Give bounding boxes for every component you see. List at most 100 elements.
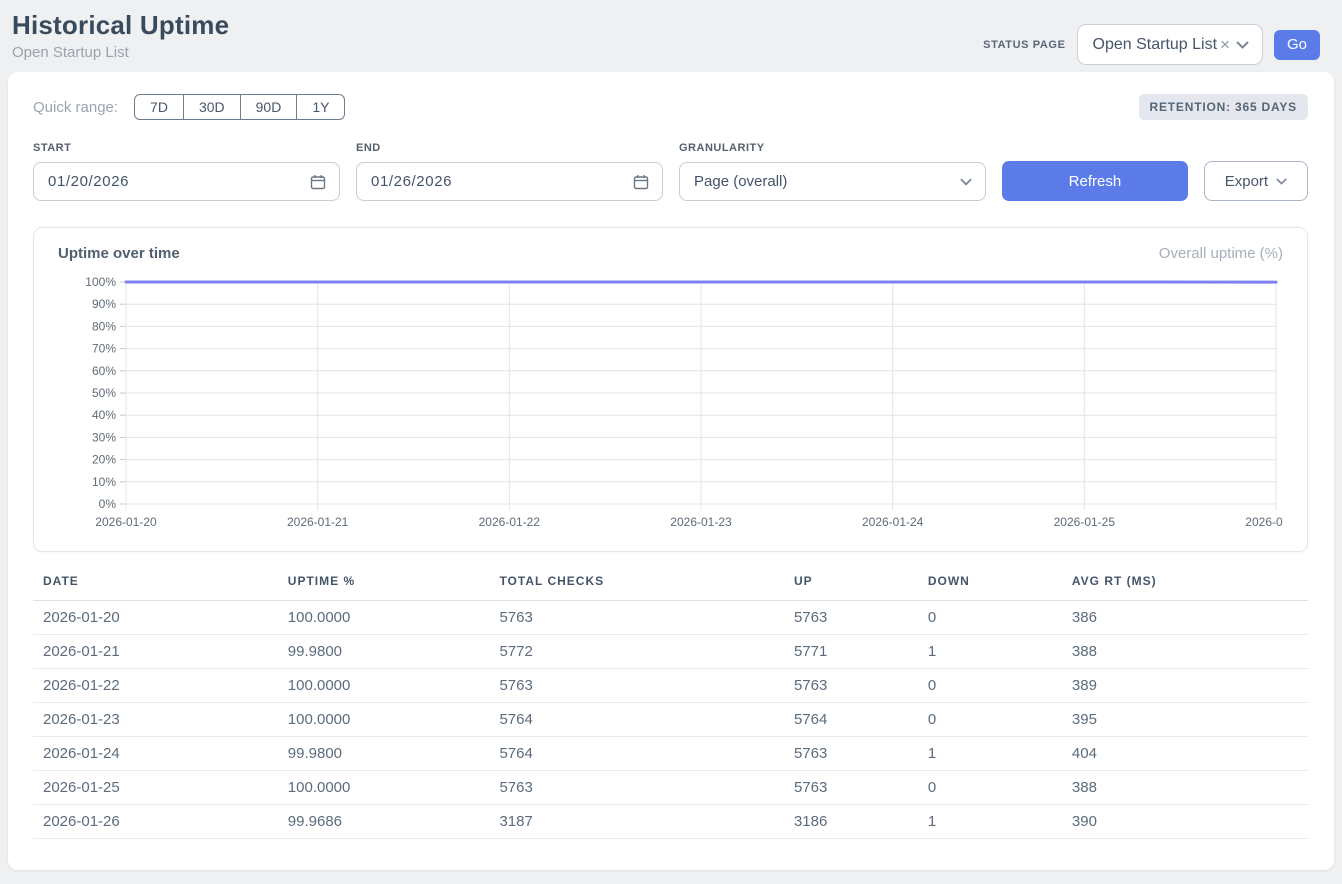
table-cell: 5763: [784, 737, 918, 771]
svg-text:2026-01-25: 2026-01-25: [1054, 515, 1116, 529]
retention-badge: RETENTION: 365 DAYS: [1139, 94, 1308, 120]
table-cell: 2026-01-21: [33, 635, 278, 669]
page-heading: Historical Uptime Open Startup List: [12, 10, 229, 61]
quick-range-group: 7D 30D 90D 1Y: [134, 94, 345, 120]
page-subtitle: Open Startup List: [12, 44, 229, 61]
column-header-up: UP: [784, 574, 918, 601]
export-label: Export: [1225, 173, 1268, 190]
start-date-input[interactable]: 01/20/2026: [33, 162, 340, 201]
table-row: 2026-01-23100.0000576457640395: [33, 703, 1308, 737]
quick-range-30d-button[interactable]: 30D: [184, 94, 241, 120]
uptime-line-chart: 100%90%80%70%60%50%40%30%20%10%0%2026-01…: [58, 274, 1283, 536]
granularity-field: GRANULARITY Page (overall): [679, 142, 986, 201]
table-cell: 2026-01-26: [33, 805, 278, 839]
table-row: 2026-01-2199.9800577257711388: [33, 635, 1308, 669]
start-date-value: 01/20/2026: [48, 173, 129, 190]
table-cell: 2026-01-25: [33, 771, 278, 805]
refresh-button[interactable]: Refresh: [1002, 161, 1188, 201]
end-date-input[interactable]: 01/26/2026: [356, 162, 663, 201]
table-cell: 0: [918, 669, 1062, 703]
status-page-selected-value: Open Startup List: [1093, 36, 1218, 54]
quick-range-1y-button[interactable]: 1Y: [297, 94, 345, 120]
table-cell: 3186: [784, 805, 918, 839]
table-header-row: DATE UPTIME % TOTAL CHECKS UP DOWN AVG R…: [33, 574, 1308, 601]
table-cell: 99.9800: [278, 635, 490, 669]
table-cell: 1: [918, 805, 1062, 839]
svg-text:20%: 20%: [92, 453, 116, 467]
start-date-label: START: [33, 142, 340, 154]
start-date-field: START 01/20/2026: [33, 142, 340, 201]
quick-range-7d-button[interactable]: 7D: [134, 94, 184, 120]
chart-header: Uptime over time Overall uptime (%): [58, 245, 1283, 262]
table-cell: 1: [918, 635, 1062, 669]
status-page-select[interactable]: Open Startup List ×: [1077, 24, 1263, 65]
table-cell: 5764: [489, 737, 784, 771]
svg-text:70%: 70%: [92, 342, 116, 356]
table-cell: 5763: [489, 601, 784, 635]
table-cell: 5763: [784, 669, 918, 703]
daily-uptime-table: DATE UPTIME % TOTAL CHECKS UP DOWN AVG R…: [33, 574, 1308, 839]
table-cell: 99.9686: [278, 805, 490, 839]
table-cell: 389: [1062, 669, 1308, 703]
calendar-icon[interactable]: [633, 174, 649, 190]
table-row: 2026-01-22100.0000576357630389: [33, 669, 1308, 703]
table-cell: 388: [1062, 771, 1308, 805]
table-cell: 404: [1062, 737, 1308, 771]
column-header-date: DATE: [33, 574, 278, 601]
table-cell: 5763: [784, 601, 918, 635]
svg-text:90%: 90%: [92, 297, 116, 311]
svg-text:50%: 50%: [92, 386, 116, 400]
end-date-value: 01/26/2026: [371, 173, 452, 190]
table-cell: 0: [918, 771, 1062, 805]
table-cell: 0: [918, 601, 1062, 635]
svg-text:2026-01-21: 2026-01-21: [287, 515, 349, 529]
svg-text:2026-01-24: 2026-01-24: [862, 515, 924, 529]
column-header-total-checks: TOTAL CHECKS: [489, 574, 784, 601]
table-cell: 100.0000: [278, 601, 490, 635]
table-cell: 388: [1062, 635, 1308, 669]
chevron-down-icon: [960, 178, 972, 186]
table-cell: 2026-01-24: [33, 737, 278, 771]
table-cell: 5771: [784, 635, 918, 669]
granularity-label: GRANULARITY: [679, 142, 986, 154]
svg-text:2026-01-23: 2026-01-23: [670, 515, 732, 529]
table-cell: 100.0000: [278, 703, 490, 737]
svg-text:2026-01-20: 2026-01-20: [95, 515, 157, 529]
end-date-field: END 01/26/2026: [356, 142, 663, 201]
table-cell: 2026-01-22: [33, 669, 278, 703]
svg-text:0%: 0%: [99, 497, 117, 511]
table-row: 2026-01-25100.0000576357630388: [33, 771, 1308, 805]
table-cell: 5764: [784, 703, 918, 737]
svg-text:60%: 60%: [92, 364, 116, 378]
table-row: 2026-01-2699.9686318731861390: [33, 805, 1308, 839]
quick-range-90d-button[interactable]: 90D: [241, 94, 298, 120]
status-page-controls: STATUS PAGE Open Startup List × Go: [983, 24, 1320, 65]
chevron-down-icon: [1276, 178, 1287, 185]
calendar-icon[interactable]: [310, 174, 326, 190]
table-cell: 2026-01-20: [33, 601, 278, 635]
column-header-uptime: UPTIME %: [278, 574, 490, 601]
table-cell: 5763: [784, 771, 918, 805]
clear-selection-icon[interactable]: ×: [1220, 35, 1230, 55]
svg-text:10%: 10%: [92, 475, 116, 489]
table-cell: 99.9800: [278, 737, 490, 771]
table-cell: 5763: [489, 771, 784, 805]
export-button[interactable]: Export: [1204, 161, 1308, 201]
table-cell: 5763: [489, 669, 784, 703]
svg-text:30%: 30%: [92, 430, 116, 444]
granularity-select[interactable]: Page (overall): [679, 162, 986, 201]
quick-range-label: Quick range:: [33, 99, 118, 116]
go-button[interactable]: Go: [1274, 30, 1320, 60]
status-page-label: STATUS PAGE: [983, 39, 1065, 51]
uptime-chart-card: Uptime over time Overall uptime (%) 100%…: [33, 227, 1308, 552]
page-title: Historical Uptime: [12, 10, 229, 41]
svg-text:100%: 100%: [85, 275, 116, 289]
svg-text:80%: 80%: [92, 319, 116, 333]
table-cell: 0: [918, 703, 1062, 737]
svg-text:2026-01-26: 2026-01-26: [1245, 515, 1283, 529]
svg-text:2026-01-22: 2026-01-22: [479, 515, 541, 529]
table-cell: 1: [918, 737, 1062, 771]
chart-legend: Overall uptime (%): [1159, 245, 1283, 262]
table-row: 2026-01-20100.0000576357630386: [33, 601, 1308, 635]
table-cell: 390: [1062, 805, 1308, 839]
